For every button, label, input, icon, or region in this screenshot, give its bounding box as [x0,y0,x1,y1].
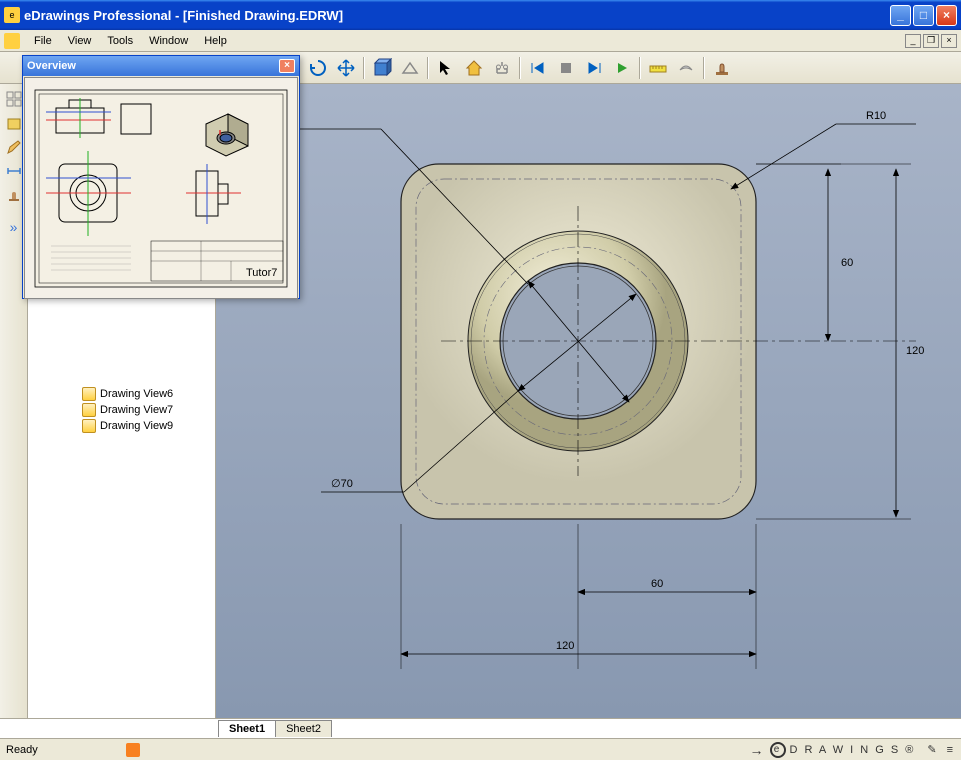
tree-item-view9[interactable]: Drawing View9 [32,418,211,434]
menubar: File View Tools Window Help _ ❐ × [0,30,961,52]
sheet-tab-2[interactable]: Sheet2 [275,720,332,737]
mdi-minimize-button[interactable]: _ [905,34,921,48]
mdi-restore-button[interactable]: ❐ [923,34,939,48]
info-status-icon[interactable]: ≡ [947,744,955,756]
menu-window[interactable]: Window [141,33,196,49]
menu-file[interactable]: File [26,33,60,49]
dim-right-60-text: 60 [841,257,853,269]
menu-tools[interactable]: Tools [99,33,141,49]
titlebar: e eDrawings Professional - [Finished Dra… [0,0,961,30]
brand-label: → e D R A W I N G S ® ✎ ≡ [750,742,955,758]
first-button[interactable] [525,55,551,81]
sheet-tabs: Sheet1 Sheet2 [0,718,961,738]
overview-panel[interactable]: Overview × [22,55,300,299]
sheet-tab-1[interactable]: Sheet1 [218,720,276,737]
tree-label: Drawing View6 [100,388,173,400]
window-title: eDrawings Professional - [Finished Drawi… [24,8,890,23]
tree-item-view7[interactable]: Drawing View7 [32,402,211,418]
overview-close-button[interactable]: × [279,59,295,73]
overview-thumb-label: Tutor7 [246,267,277,279]
drawing-view-icon [82,387,96,401]
pan-button[interactable] [333,55,359,81]
dim-right-120-text: 120 [906,345,924,357]
dim-bottom-60-text: 60 [651,578,663,590]
drawing-viewport[interactable]: R10 0 ∅70 60 120 [216,84,961,718]
drawing-view-icon [82,403,96,417]
measure-button[interactable] [645,55,671,81]
tree-label: Drawing View7 [100,404,173,416]
brand-e-icon: e [770,742,786,758]
stamp-button[interactable] [709,55,735,81]
maximize-button[interactable]: □ [913,5,934,26]
brand-text: D R A W I N G S ® [790,744,916,756]
select-button[interactable] [433,55,459,81]
dia-dim-text: ∅70 [331,478,353,490]
statusbar: Ready → e D R A W I N G S ® ✎ ≡ [0,738,961,760]
drawing-view-icon [82,419,96,433]
mass-properties-button[interactable] [489,55,515,81]
last-button[interactable] [581,55,607,81]
dim-bottom-120-text: 120 [556,640,574,652]
tree-item-view6[interactable]: Drawing View6 [32,386,211,402]
reset-view-button[interactable] [305,55,331,81]
overview-titlebar[interactable]: Overview × [23,56,299,76]
mdi-close-button[interactable]: × [941,34,957,48]
perspective-button[interactable] [397,55,423,81]
close-button[interactable]: × [936,5,957,26]
tree-label: Drawing View9 [100,420,173,432]
overview-title-text: Overview [27,60,76,72]
play-button[interactable] [609,55,635,81]
app-menu-icon[interactable] [4,33,20,49]
home-button[interactable] [461,55,487,81]
status-text: Ready [6,744,126,756]
stop-button[interactable] [553,55,579,81]
markup-button[interactable] [673,55,699,81]
menu-view[interactable]: View [60,33,100,49]
overview-thumbnail[interactable]: Tutor7 [24,77,298,299]
minimize-button[interactable]: _ [890,5,911,26]
menu-help[interactable]: Help [196,33,235,49]
app-icon: e [4,7,20,23]
radius-dim-text: R10 [866,110,886,122]
shaded-view-button[interactable] [369,55,395,81]
